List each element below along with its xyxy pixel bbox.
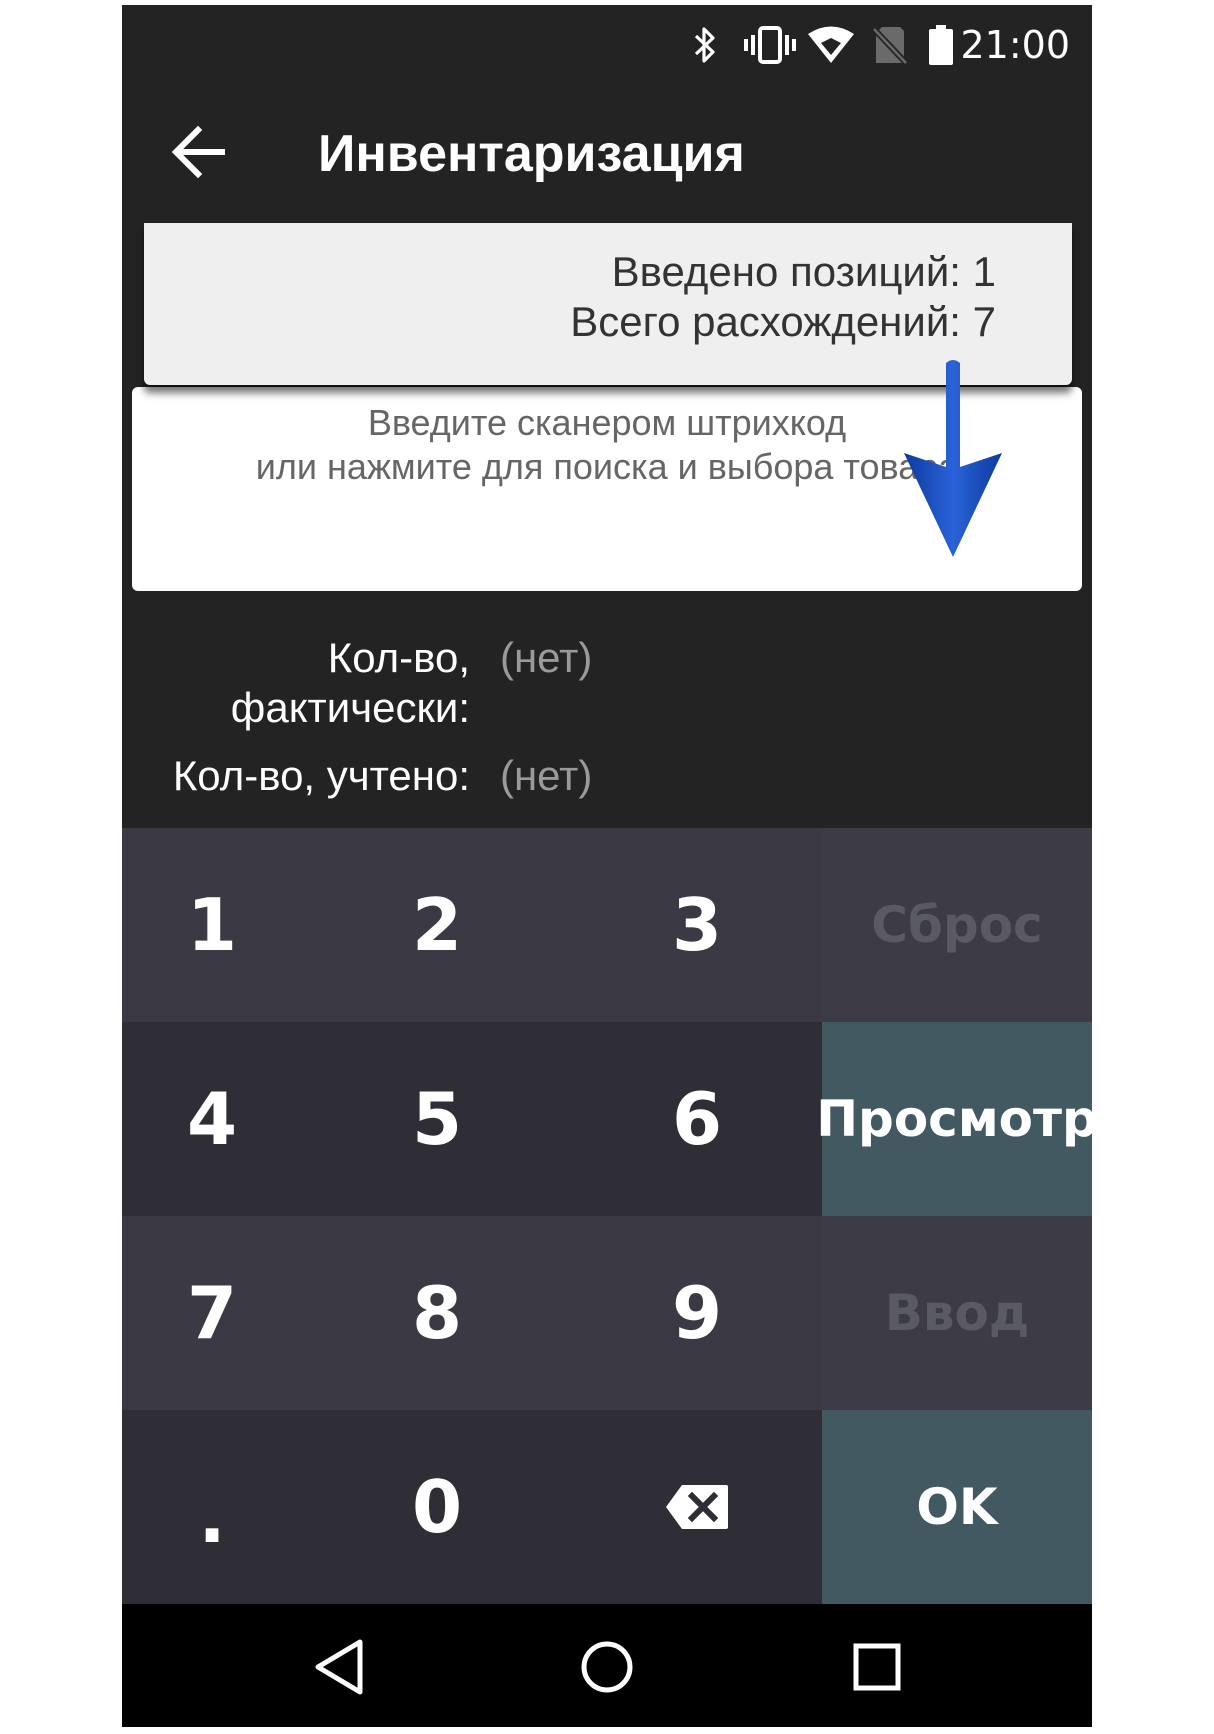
key-7[interactable]: 7 bbox=[122, 1216, 302, 1410]
arrow-down-icon bbox=[904, 360, 1002, 557]
phone-screen: 21:00 Инвентаризация Введите сканером шт… bbox=[122, 5, 1092, 1727]
key-6[interactable]: 6 bbox=[572, 1022, 822, 1216]
qty-actual-value: (нет) bbox=[500, 634, 593, 681]
status-time: 21:00 bbox=[960, 23, 1070, 67]
qty-actual-label-2: фактически: bbox=[230, 684, 470, 731]
key-0[interactable]: 0 bbox=[302, 1410, 572, 1604]
key-2[interactable]: 2 bbox=[302, 828, 572, 1022]
key-1[interactable]: 1 bbox=[122, 828, 302, 1022]
qty-accounted-label: Кол-во, учтено: bbox=[172, 752, 470, 799]
battery-icon bbox=[929, 25, 953, 65]
key-5[interactable]: 5 bbox=[302, 1022, 572, 1216]
key-3[interactable]: 3 bbox=[572, 828, 822, 1022]
status-bar: 21:00 bbox=[122, 5, 1092, 79]
vibrate-icon bbox=[744, 26, 796, 64]
ok-button[interactable]: OK bbox=[822, 1410, 1092, 1604]
entered-positions: Введено позиций: 1 bbox=[611, 248, 996, 295]
arrow-left-icon[interactable] bbox=[164, 117, 234, 187]
key-decimal[interactable]: . bbox=[122, 1410, 302, 1604]
bluetooth-icon bbox=[694, 27, 715, 63]
enter-button[interactable]: Ввод bbox=[822, 1216, 1092, 1410]
app-bar: Инвентаризация bbox=[122, 79, 1092, 227]
key-4[interactable]: 4 bbox=[122, 1022, 302, 1216]
wifi-icon bbox=[808, 26, 854, 63]
key-8[interactable]: 8 bbox=[302, 1216, 572, 1410]
no-sim-icon bbox=[872, 26, 908, 65]
backspace-icon bbox=[666, 1485, 728, 1529]
navigation-bar bbox=[122, 1604, 1092, 1727]
page-title: Инвентаризация bbox=[318, 125, 745, 183]
backspace-button[interactable] bbox=[572, 1410, 822, 1604]
numeric-keypad: 1 2 3 Сброс 4 5 6 Просмотр 7 8 9 Ввод . … bbox=[122, 828, 1092, 1604]
qty-accounted-value: (нет) bbox=[500, 752, 593, 799]
nav-back-icon[interactable] bbox=[308, 1634, 374, 1700]
nav-home-icon[interactable] bbox=[574, 1634, 640, 1700]
qty-actual-label: Кол-во, bbox=[327, 634, 470, 681]
total-discrepancies: Всего расхождений: 7 bbox=[570, 298, 996, 345]
view-button[interactable]: Просмотр bbox=[816, 1022, 1092, 1216]
nav-recents-icon[interactable] bbox=[844, 1634, 910, 1700]
key-9[interactable]: 9 bbox=[572, 1216, 822, 1410]
reset-button[interactable]: Сброс bbox=[822, 828, 1092, 1022]
